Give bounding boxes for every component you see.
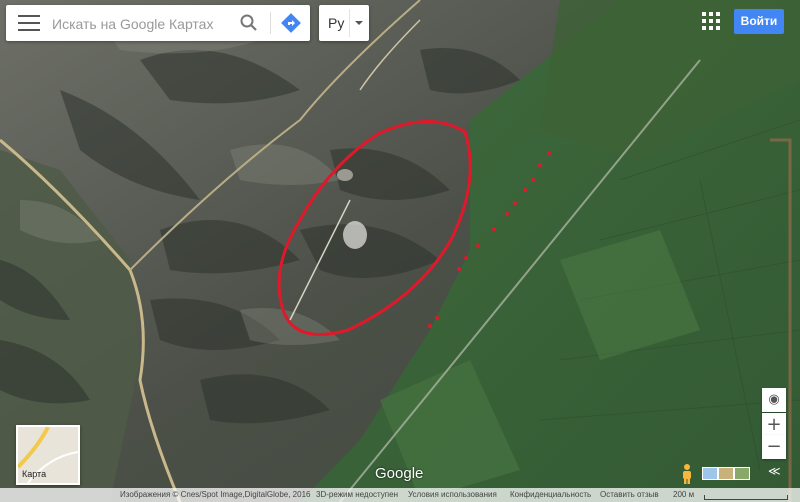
privacy-link[interactable]: Конфиденциальность <box>510 488 591 502</box>
feedback-link[interactable]: Оставить отзыв <box>600 488 659 502</box>
menu-icon[interactable] <box>18 15 40 31</box>
footer-bar: Изображения © Cnes/Spot Image,DigitalGlo… <box>0 488 800 502</box>
search-input[interactable] <box>50 12 242 36</box>
search-box <box>6 5 310 41</box>
zoom-in-button[interactable]: + <box>762 413 786 437</box>
imagery-thumb-3[interactable] <box>734 467 750 480</box>
zoom-out-button[interactable]: − <box>762 435 786 459</box>
scale-label: 200 м <box>673 490 695 499</box>
expand-icon[interactable]: ≪ <box>768 464 781 478</box>
scale-bar <box>704 495 788 500</box>
imagery-thumb-2[interactable] <box>718 467 734 480</box>
compass-icon[interactable]: ◉ <box>762 388 786 412</box>
satellite-map[interactable] <box>0 0 800 502</box>
google-logo: Google <box>375 465 424 482</box>
language-separator <box>349 9 350 37</box>
pegman-icon[interactable] <box>680 463 694 485</box>
directions-icon[interactable] <box>280 12 302 34</box>
language-label: Ру <box>328 15 345 31</box>
imagery-thumb-1[interactable] <box>702 467 718 480</box>
apps-grid-icon[interactable] <box>702 12 720 30</box>
three-d-notice: 3D-режим недоступен <box>316 490 399 499</box>
imagery-credit: Изображения © Cnes/Spot Image,DigitalGlo… <box>120 490 311 499</box>
terms-link[interactable]: Условия использования <box>408 488 497 502</box>
search-divider <box>270 12 271 34</box>
chevron-down-icon <box>355 21 363 25</box>
minimap-label: Карта <box>22 469 47 479</box>
map-type-toggle[interactable]: Карта <box>16 425 80 485</box>
signin-button[interactable]: Войти <box>734 9 784 34</box>
search-icon[interactable] <box>238 12 260 34</box>
language-selector[interactable]: Ру <box>319 5 369 41</box>
